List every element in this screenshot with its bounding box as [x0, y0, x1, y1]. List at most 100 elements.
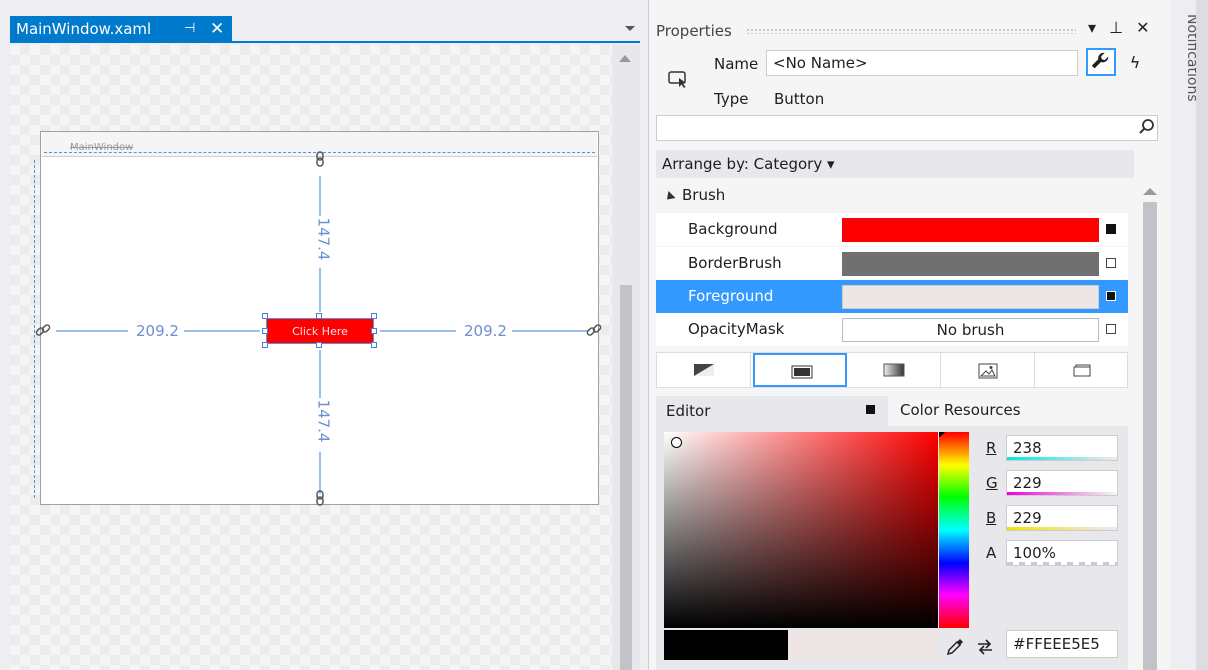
property-row-opacitymask[interactable]: OpacityMask No brush — [656, 313, 1128, 346]
advanced-options-marker[interactable] — [1106, 224, 1116, 234]
left-anchor-chain-icon[interactable] — [35, 322, 51, 338]
resize-handle[interactable] — [371, 342, 377, 348]
property-label: OpacityMask — [688, 320, 785, 338]
tab-color-resources[interactable]: Color Resources — [900, 401, 1021, 419]
advanced-options-marker[interactable] — [1106, 291, 1116, 301]
alpha-label: A — [986, 544, 997, 562]
gradient-brush-icon — [883, 363, 905, 377]
bottom-margin-value: 147.4 — [314, 399, 333, 443]
hue-slider-marker[interactable] — [939, 432, 945, 438]
property-row-borderbrush[interactable]: BorderBrush — [656, 247, 1128, 280]
pane-grip[interactable] — [746, 28, 1076, 34]
top-anchor-chain-icon[interactable] — [312, 151, 328, 167]
right-margin-line — [512, 330, 588, 332]
chevron-down-icon: ▾ — [826, 155, 835, 173]
eyedropper-icon[interactable] — [946, 638, 964, 656]
scroll-up-icon[interactable] — [619, 55, 631, 62]
left-margin-line — [56, 330, 128, 332]
resize-handle[interactable] — [262, 342, 268, 348]
solid-color-brush-tab[interactable] — [753, 353, 847, 387]
visual-brush-tab[interactable] — [1035, 353, 1129, 387]
dropdown-icon[interactable]: ▾ — [1088, 18, 1096, 37]
designer-vertical-scrollbar[interactable] — [612, 45, 640, 670]
top-margin-line — [319, 176, 321, 216]
initial-color-swatch[interactable] — [664, 630, 788, 660]
search-icon[interactable] — [1138, 118, 1156, 136]
resize-handle[interactable] — [262, 328, 268, 334]
properties-title: Properties — [656, 22, 732, 40]
advanced-options-marker[interactable] — [1106, 258, 1116, 268]
resize-handle[interactable] — [316, 342, 322, 348]
type-value: Button — [774, 90, 825, 108]
image-brush-tab[interactable] — [941, 353, 1035, 387]
properties-view-button[interactable] — [1086, 48, 1116, 76]
properties-search-input[interactable] — [656, 115, 1158, 141]
scroll-thumb[interactable] — [620, 285, 632, 670]
color-picker-knob[interactable] — [671, 437, 682, 448]
type-label: Type — [714, 90, 749, 108]
close-icon[interactable]: ✕ — [1136, 18, 1149, 37]
property-row-background[interactable]: Background — [656, 213, 1128, 246]
blue-label: B — [986, 509, 997, 527]
element-selector-icon[interactable] — [668, 70, 690, 88]
property-label: Foreground — [688, 287, 774, 305]
name-label: Name — [714, 55, 759, 73]
resize-handle[interactable] — [371, 313, 377, 319]
alpha-gradient-bar[interactable] — [1007, 562, 1117, 565]
scroll-up-icon[interactable] — [1143, 188, 1157, 195]
bottom-margin-line — [319, 350, 321, 398]
borderbrush-color-swatch[interactable] — [842, 252, 1099, 276]
properties-scrollbar[interactable] — [1140, 180, 1160, 670]
red-gradient-bar[interactable] — [1007, 457, 1117, 460]
tab-mainwindow-xaml[interactable]: MainWindow.xaml ⊣ ✕ — [10, 16, 232, 42]
pin-icon[interactable]: ⊣ — [184, 16, 195, 42]
opacitymask-value[interactable]: No brush — [842, 318, 1099, 342]
left-margin-value: 209.2 — [136, 322, 179, 340]
swap-icon[interactable] — [976, 638, 994, 656]
selected-button-control[interactable]: Click Here — [266, 318, 374, 344]
red-label: R — [986, 439, 997, 457]
hue-slider[interactable] — [939, 432, 969, 628]
top-margin-value: 147.4 — [314, 217, 333, 261]
bottom-anchor-chain-icon[interactable] — [312, 490, 328, 506]
blue-gradient-bar[interactable] — [1007, 527, 1117, 530]
no-brush-tab[interactable] — [657, 353, 751, 387]
editor-marker — [866, 405, 875, 414]
resize-handle[interactable] — [262, 313, 268, 319]
arrange-by-label: Arrange by: Category — [662, 155, 823, 173]
property-label: Background — [688, 220, 778, 238]
tab-editor[interactable]: Editor — [656, 396, 888, 426]
background-color-swatch[interactable] — [842, 218, 1099, 242]
hex-color-input[interactable]: #FFEEE5E5 — [1006, 630, 1118, 658]
green-gradient-bar[interactable] — [1007, 492, 1117, 495]
right-anchor-chain-icon[interactable] — [586, 322, 602, 338]
image-brush-icon — [978, 363, 998, 379]
top-margin-line — [319, 268, 321, 312]
saturation-value-picker[interactable] — [664, 432, 938, 628]
left-margin-line — [184, 330, 260, 332]
tab-title: MainWindow.xaml — [16, 20, 152, 38]
resize-handle[interactable] — [371, 328, 377, 334]
solid-color-brush-icon — [791, 365, 813, 379]
window-edge — [1196, 0, 1208, 670]
property-row-foreground[interactable]: Foreground — [656, 280, 1128, 313]
right-margin-value: 209.2 — [464, 322, 507, 340]
resize-handle[interactable] — [316, 313, 322, 319]
close-icon[interactable]: ✕ — [210, 16, 224, 42]
lightning-bolt-icon: ϟ — [1129, 53, 1141, 72]
name-field[interactable]: <No Name> — [766, 50, 1078, 76]
arrange-by-dropdown[interactable]: Arrange by: Category ▾ — [656, 150, 1134, 178]
brush-type-tabs — [656, 352, 1128, 388]
tab-overflow-icon[interactable] — [624, 22, 636, 34]
scroll-thumb[interactable] — [1143, 202, 1157, 670]
pin-icon[interactable]: ⊥ — [1109, 18, 1123, 37]
advanced-options-marker[interactable] — [1106, 324, 1116, 334]
pane-buttons: ▾ ⊥ ✕ — [1088, 18, 1150, 37]
foreground-color-swatch[interactable] — [842, 285, 1099, 309]
gradient-brush-tab[interactable] — [847, 353, 941, 387]
events-view-button[interactable]: ϟ — [1122, 50, 1148, 76]
brush-category-header[interactable]: Brush — [682, 186, 725, 204]
bottom-margin-line — [319, 452, 321, 494]
right-margin-line — [380, 330, 456, 332]
current-color-swatch[interactable] — [788, 630, 938, 660]
